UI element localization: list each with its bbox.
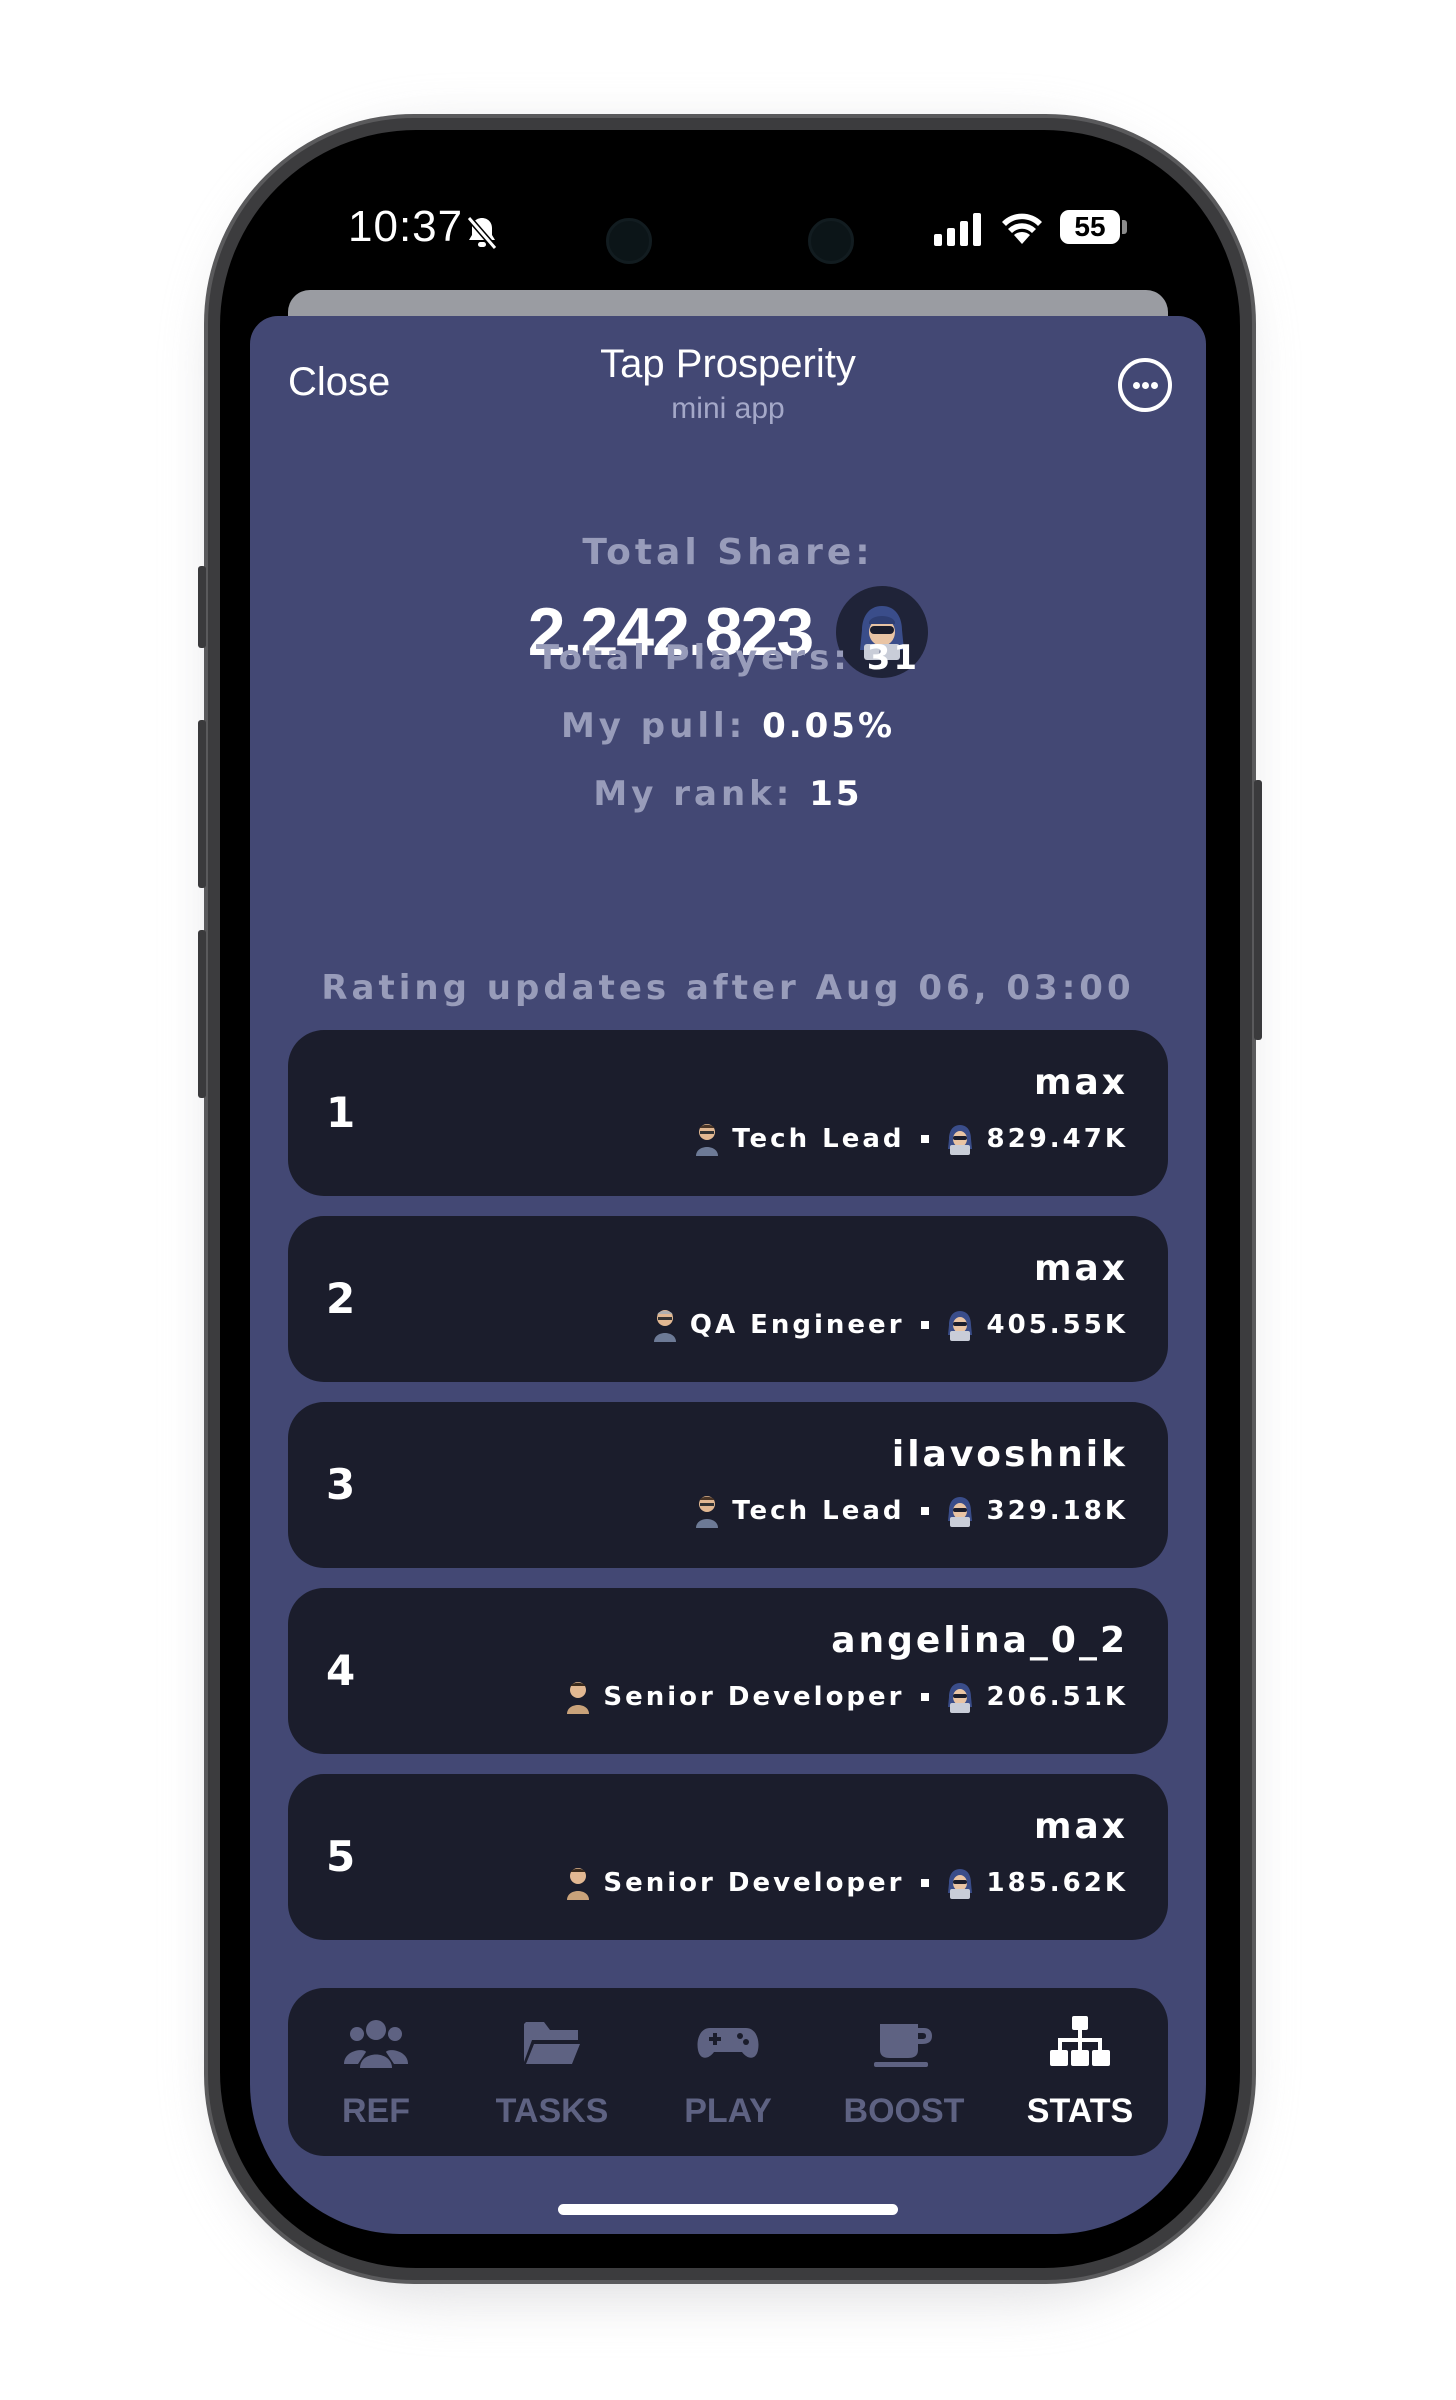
tab-boost-label: BOOST bbox=[843, 2092, 965, 2130]
leaderboard-row[interactable]: 2 max QA Engineer 405.55K bbox=[288, 1216, 1168, 1382]
rank-number: 5 bbox=[326, 1832, 356, 1881]
player-name: angelina_0_2 bbox=[831, 1620, 1128, 1661]
power-button bbox=[1254, 780, 1262, 1040]
hacker-avatar-icon bbox=[945, 1867, 975, 1899]
rank-number: 3 bbox=[326, 1460, 356, 1509]
developer-avatar-icon bbox=[565, 1680, 591, 1714]
player-name: max bbox=[1033, 1806, 1128, 1847]
cellular-signal-icon bbox=[934, 213, 981, 246]
total-players-label: Total Players: bbox=[535, 638, 851, 678]
hacker-avatar-icon bbox=[945, 1309, 975, 1341]
hacker-avatar-icon bbox=[945, 1495, 975, 1527]
tab-ref-label: REF bbox=[342, 2092, 410, 2130]
total-players-value: 31 bbox=[866, 638, 921, 678]
player-meta: Tech Lead 329.18K bbox=[694, 1494, 1128, 1528]
player-role: Senior Developer bbox=[603, 1682, 905, 1712]
developer-avatar-icon bbox=[652, 1308, 678, 1342]
volume-down-button bbox=[198, 930, 206, 1098]
my-pull-label: My pull: bbox=[560, 706, 747, 746]
total-players-line: Total Players: 31 bbox=[250, 638, 1206, 678]
player-score: 185.62K bbox=[986, 1868, 1128, 1898]
player-name: max bbox=[1033, 1248, 1128, 1289]
volume-up-button bbox=[198, 720, 206, 888]
developer-avatar-icon bbox=[694, 1494, 720, 1528]
sensor-lens bbox=[808, 218, 854, 264]
my-pull-line: My pull: 0.05% bbox=[250, 706, 1206, 746]
player-role: Senior Developer bbox=[603, 1868, 905, 1898]
player-score: 405.55K bbox=[986, 1310, 1128, 1340]
tab-play-label: PLAY bbox=[684, 2092, 772, 2130]
hacker-avatar-icon bbox=[945, 1681, 975, 1713]
player-meta: Senior Developer 185.62K bbox=[565, 1866, 1128, 1900]
player-role: QA Engineer bbox=[689, 1310, 905, 1340]
camera-lens bbox=[606, 218, 652, 264]
coffee-cup-icon bbox=[874, 2024, 932, 2067]
my-rank-value: 15 bbox=[809, 774, 863, 814]
battery-indicator: 55 bbox=[1060, 210, 1120, 244]
mini-app-screen: Close Tap Prosperity mini app Total Shar… bbox=[250, 316, 1206, 2234]
tab-stats[interactable]: STATS bbox=[992, 1988, 1168, 2156]
rank-number: 2 bbox=[326, 1274, 356, 1323]
player-meta: QA Engineer 405.55K bbox=[652, 1308, 1128, 1342]
wifi-icon bbox=[1002, 213, 1042, 244]
tab-play[interactable]: PLAY bbox=[640, 1988, 816, 2156]
tab-tasks-label: TASKS bbox=[495, 2092, 609, 2130]
sitemap-icon bbox=[1050, 2016, 1110, 2066]
player-meta: Senior Developer 206.51K bbox=[565, 1680, 1128, 1714]
player-name: max bbox=[1033, 1062, 1128, 1103]
rank-number: 4 bbox=[326, 1646, 356, 1695]
home-indicator bbox=[558, 2204, 898, 2215]
my-rank-label: My rank: bbox=[593, 774, 794, 814]
player-score: 829.47K bbox=[986, 1124, 1128, 1154]
player-score: 206.51K bbox=[986, 1682, 1128, 1712]
more-options-button[interactable] bbox=[1118, 358, 1172, 412]
battery-tip bbox=[1122, 220, 1127, 234]
player-meta: Tech Lead 829.47K bbox=[694, 1122, 1128, 1156]
developer-avatar-icon bbox=[565, 1866, 591, 1900]
rating-update-note: Rating updates after Aug 06, 03:00 bbox=[321, 968, 1135, 1008]
app-subtitle: mini app bbox=[671, 392, 785, 425]
player-score: 329.18K bbox=[986, 1496, 1128, 1526]
player-name: ilavoshnik bbox=[891, 1434, 1128, 1475]
tab-ref[interactable]: REF bbox=[288, 1988, 464, 2156]
player-role: Tech Lead bbox=[732, 1124, 905, 1154]
tab-tasks[interactable]: TASKS bbox=[464, 1988, 640, 2156]
leaderboard-row[interactable]: 3 ilavoshnik Tech Lead 329.18K bbox=[288, 1402, 1168, 1568]
app-title: Tap Prosperity bbox=[600, 342, 856, 386]
leaderboard-row[interactable]: 1 max Tech Lead 829.47K bbox=[288, 1030, 1168, 1196]
my-rank-line: My rank: 15 bbox=[250, 774, 1206, 814]
developer-avatar-icon bbox=[694, 1122, 720, 1156]
hacker-avatar-icon bbox=[945, 1123, 975, 1155]
my-pull-value: 0.05% bbox=[762, 706, 896, 746]
mute-switch bbox=[198, 566, 206, 648]
leaderboard-row[interactable]: 4 angelina_0_2 Senior Developer 206.51K bbox=[288, 1588, 1168, 1754]
tab-stats-label: STATS bbox=[1026, 2092, 1134, 2130]
users-icon bbox=[344, 2020, 408, 2068]
player-role: Tech Lead bbox=[732, 1496, 905, 1526]
bottom-tab-bar: REF TASKS PLAY BOOST STATS bbox=[288, 1988, 1168, 2156]
total-share-label: Total Share: bbox=[582, 532, 874, 573]
tab-boost[interactable]: BOOST bbox=[816, 1988, 992, 2156]
status-time: 10:37 bbox=[348, 202, 464, 251]
leaderboard-row[interactable]: 5 max Senior Developer 185.62K bbox=[288, 1774, 1168, 1940]
gamepad-icon bbox=[697, 2028, 759, 2058]
silent-bell-icon bbox=[466, 216, 498, 250]
folder-icon bbox=[524, 2022, 580, 2064]
rank-number: 1 bbox=[326, 1088, 356, 1137]
